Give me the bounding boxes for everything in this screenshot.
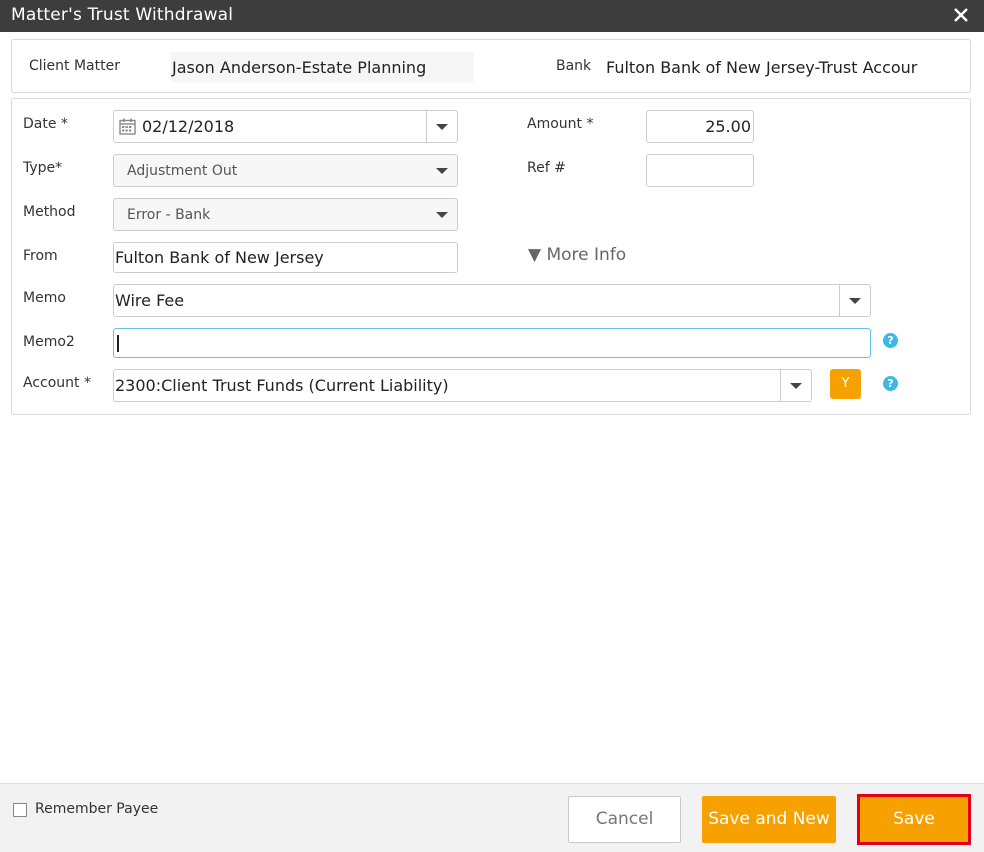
help-icon[interactable]: ? [883, 333, 898, 348]
remember-payee-label: Remember Payee [35, 801, 159, 817]
dialog-title: Matter's Trust Withdrawal [11, 5, 234, 25]
amount-label: Amount * [527, 116, 594, 132]
amount-value: 25.00 [705, 117, 751, 136]
chevron-down-icon[interactable] [427, 155, 457, 186]
chevron-down-icon[interactable] [839, 285, 870, 316]
method-value: Error - Bank [127, 207, 211, 223]
memo-combobox[interactable]: Wire Fee [113, 284, 871, 317]
account-value: 2300:Client Trust Funds (Current Liabili… [115, 376, 449, 395]
from-value: Fulton Bank of New Jersey [115, 248, 324, 267]
type-label: Type* [23, 160, 63, 176]
from-input[interactable]: Fulton Bank of New Jersey [113, 242, 458, 273]
matter-info-panel: Client Matter Jason Anderson-Estate Plan… [11, 39, 971, 93]
ref-input[interactable] [646, 154, 754, 187]
account-label: Account * [23, 375, 91, 391]
method-select[interactable]: Error - Bank [113, 198, 458, 231]
text-cursor [117, 335, 119, 352]
bank-value: Fulton Bank of New Jersey-Trust Accour [606, 58, 918, 77]
client-matter-label: Client Matter [29, 58, 120, 74]
amount-input[interactable]: 25.00 [646, 110, 754, 143]
memo-label: Memo [23, 290, 66, 306]
close-icon[interactable] [950, 4, 972, 26]
chevron-down-icon[interactable] [780, 370, 811, 401]
memo2-input[interactable] [113, 328, 871, 358]
date-picker[interactable]: 02/12/2018 [113, 110, 458, 143]
chevron-down-icon[interactable] [427, 199, 457, 230]
remember-payee-checkbox[interactable] [13, 803, 27, 817]
more-info-toggle[interactable]: ▼ More Info [528, 245, 626, 265]
memo-value: Wire Fee [115, 291, 185, 310]
from-label: From [23, 248, 58, 264]
cancel-button[interactable]: Cancel [568, 796, 681, 843]
withdrawal-form: Date * 02/12/2018 Amount * 25.00 Type* A… [11, 98, 971, 415]
dialog-footer: Remember Payee Cancel Save and New Save [0, 783, 984, 852]
save-button[interactable]: Save [857, 794, 971, 845]
help-icon[interactable]: ? [883, 376, 898, 391]
account-combobox[interactable]: 2300:Client Trust Funds (Current Liabili… [113, 369, 812, 402]
memo2-label: Memo2 [23, 334, 75, 350]
type-value: Adjustment Out [127, 163, 238, 179]
title-bar: Matter's Trust Withdrawal [0, 0, 984, 32]
type-select[interactable]: Adjustment Out [113, 154, 458, 187]
client-matter-value: Jason Anderson-Estate Planning [172, 58, 427, 77]
bank-label: Bank [556, 58, 592, 74]
date-value: 02/12/2018 [142, 117, 235, 136]
account-filter-button[interactable]: Y [830, 369, 861, 399]
method-label: Method [23, 204, 76, 220]
date-label: Date * [23, 116, 68, 132]
ref-label: Ref # [527, 160, 566, 176]
save-and-new-button[interactable]: Save and New [702, 796, 836, 843]
chevron-down-icon[interactable] [426, 111, 457, 142]
calendar-icon[interactable] [119, 118, 136, 139]
